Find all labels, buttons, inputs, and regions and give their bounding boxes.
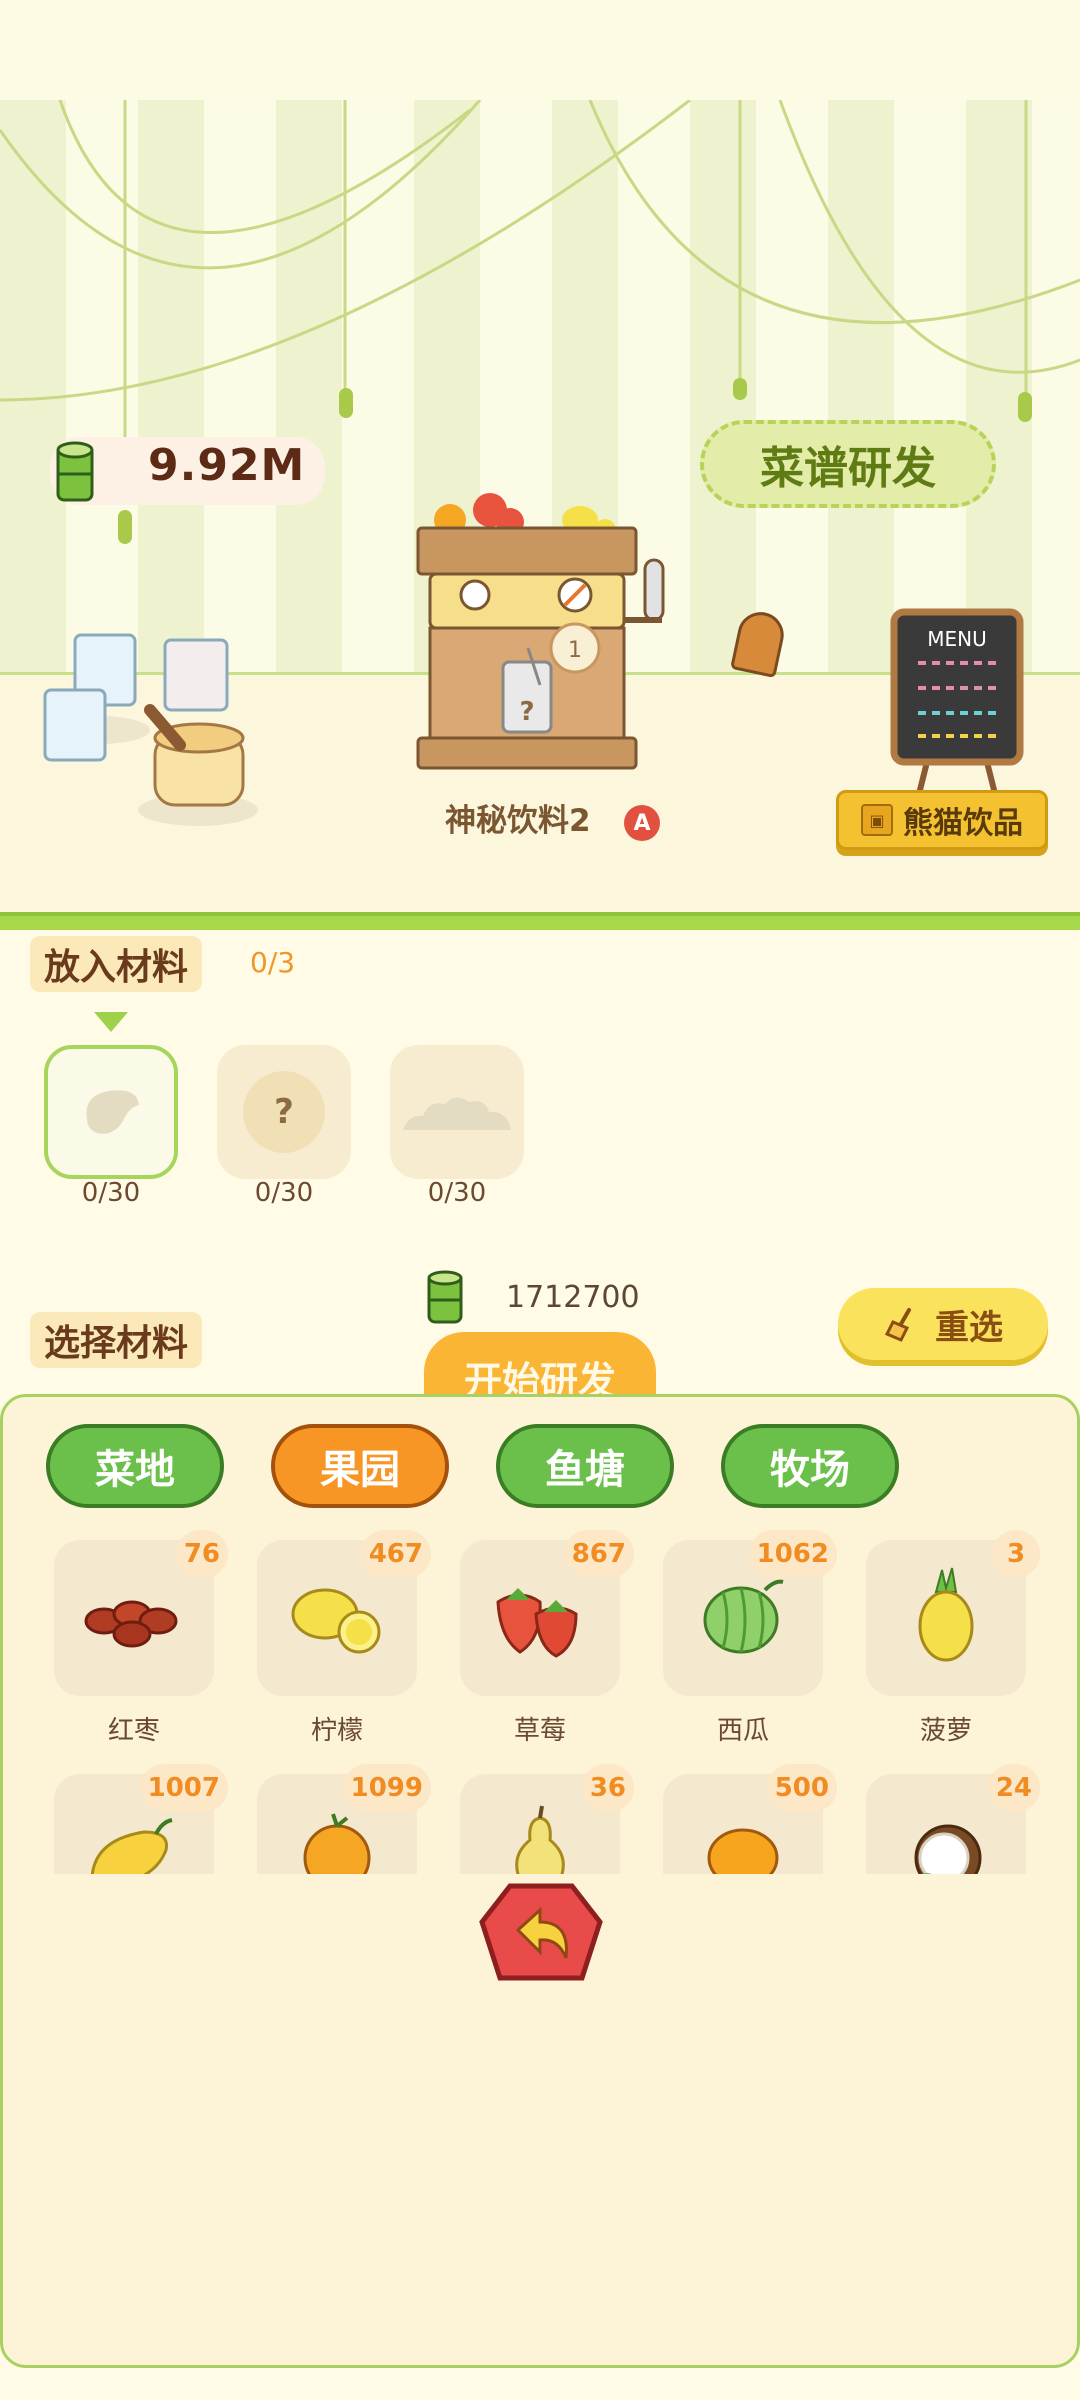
selected-slot-pointer-icon: [94, 1012, 128, 1032]
item-count-badge: 36: [581, 1764, 634, 1812]
tab-vegetable-field[interactable]: 菜地: [46, 1424, 224, 1508]
material-slot-2[interactable]: ?: [217, 1045, 351, 1179]
item-count-badge: 1007: [139, 1764, 228, 1812]
material-slot-2-count: 0/30: [254, 1178, 314, 1208]
item-count-badge: 24: [987, 1764, 1040, 1812]
hanging-vines: [0, 100, 1080, 440]
broom-icon: [884, 1308, 911, 1342]
queue-number: 1: [568, 638, 582, 663]
powder-silhouette-icon: [403, 1097, 511, 1130]
leaf: [733, 378, 747, 400]
material-item-tangerine[interactable]: 500: [663, 1764, 837, 1874]
leaf: [118, 510, 132, 544]
item-count-badge: 467: [360, 1530, 431, 1578]
item-count-badge: 76: [175, 1530, 228, 1578]
material-slot-1[interactable]: [44, 1045, 178, 1179]
material-item-orange[interactable]: 1099: [257, 1764, 431, 1874]
choose-materials-label: 选择材料: [30, 1312, 203, 1368]
material-grid-row-2: 1007 1099 36 500 24: [0, 1746, 1080, 1874]
bamboo-icon: [427, 1270, 463, 1324]
item-name: 西瓜: [716, 1716, 769, 1746]
drink-machine[interactable]: 1 ?: [400, 480, 680, 780]
watermelon-icon: [703, 1579, 784, 1654]
leaf: [1018, 392, 1032, 422]
date-silhouette-icon: [86, 1090, 139, 1134]
reselect-button[interactable]: 重选: [838, 1288, 1048, 1360]
panda-drinks-label: 熊猫饮品: [903, 806, 1023, 841]
material-item-mango[interactable]: 1007: [54, 1764, 228, 1874]
menu-title: MENU: [927, 627, 987, 651]
tab-ranch[interactable]: 牧场: [721, 1424, 899, 1508]
material-item-lemon[interactable]: 467: [257, 1530, 431, 1696]
pineapple-icon: [918, 1567, 974, 1662]
material-item-pineapple[interactable]: 3: [866, 1530, 1040, 1696]
material-slot-1-count: 0/30: [81, 1178, 141, 1208]
material-slot-3[interactable]: [390, 1045, 524, 1179]
item-name: 柠檬: [310, 1716, 363, 1746]
lemon-icon: [291, 1588, 381, 1654]
leaf: [339, 388, 353, 418]
grass-band: [0, 912, 1080, 930]
menu-board[interactable]: MENU: [888, 608, 1026, 798]
item-count-badge: 3: [992, 1530, 1040, 1578]
book-icon: ▣: [861, 804, 893, 836]
item-count-badge: 1099: [342, 1764, 431, 1812]
item-count-badge: 867: [563, 1530, 634, 1578]
drink-name: 神秘饮料2: [445, 803, 591, 839]
put-materials-progress: 0/3: [250, 946, 296, 979]
item-name: 草莓: [513, 1716, 566, 1746]
drink-shop-scene: 9.92M 菜谱研发 1 ? 神秘饮料2 A MENU ▣ 熊猫饮品: [0, 0, 1080, 930]
research-cost: 1712700: [506, 1280, 640, 1315]
recipe-research-button[interactable]: 菜谱研发: [700, 420, 996, 508]
panda-drinks-sign[interactable]: ▣ 熊猫饮品: [836, 790, 1048, 850]
reselect-label: 重选: [935, 1307, 1003, 1348]
currency-value: 9.92M: [148, 440, 306, 491]
coconut-icon: [914, 1824, 982, 1874]
material-item-coconut[interactable]: 24: [866, 1764, 1040, 1874]
cup-mark: ?: [519, 697, 534, 727]
grade-badge: A: [624, 805, 660, 841]
ingredient-cups-decoration: [43, 633, 258, 826]
question-icon: ?: [243, 1071, 325, 1153]
put-materials-label: 放入材料: [30, 936, 203, 992]
item-name: 菠萝: [919, 1716, 972, 1746]
item-count-badge: 1062: [748, 1530, 837, 1578]
pear-icon: [515, 1805, 565, 1874]
strawberry-icon: [496, 1588, 578, 1658]
tab-fish-pond[interactable]: 鱼塘: [496, 1424, 674, 1508]
tab-orchard[interactable]: 果园: [271, 1424, 449, 1508]
material-item-red-date[interactable]: 76: [54, 1530, 228, 1696]
material-slot-3-count: 0/30: [427, 1178, 487, 1208]
material-item-pear[interactable]: 36: [460, 1764, 634, 1874]
material-item-strawberry[interactable]: 867: [460, 1530, 634, 1696]
back-button[interactable]: [478, 1882, 604, 1986]
item-name: 红枣: [107, 1716, 160, 1746]
bamboo-icon: [56, 441, 94, 502]
item-count-badge: 500: [766, 1764, 837, 1812]
red-date-icon: [84, 1600, 178, 1648]
material-item-watermelon[interactable]: 1062: [663, 1530, 837, 1696]
